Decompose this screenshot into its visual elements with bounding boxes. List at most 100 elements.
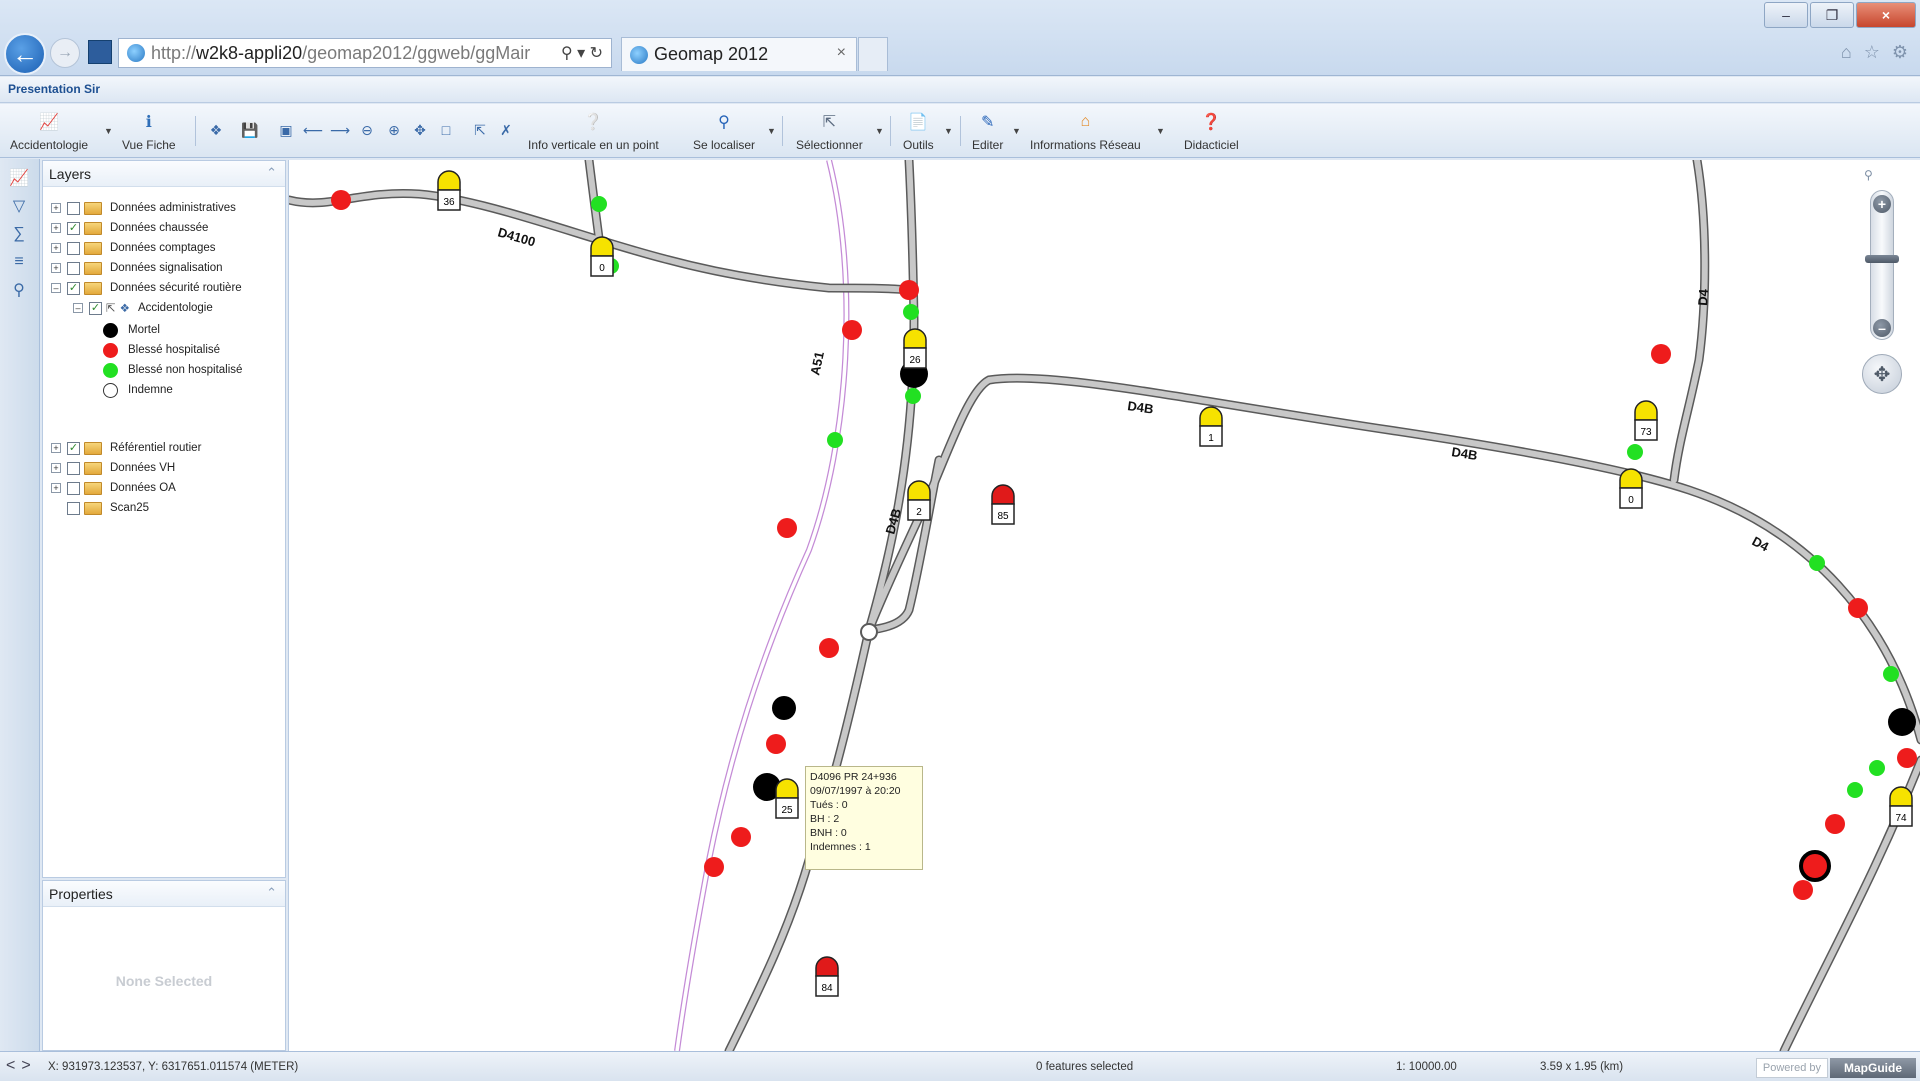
collapse-group-icon[interactable]: – [51, 283, 61, 293]
expand-icon[interactable]: + [51, 203, 61, 213]
pr-marker[interactable]: 26 [903, 328, 927, 369]
new-tab-button[interactable] [858, 37, 888, 71]
accident-blesse-hospitalise[interactable] [1793, 880, 1813, 900]
editer-dropdown-icon[interactable]: ▼ [1012, 126, 1021, 136]
informations-reseau-button[interactable]: ⌂ Informations Réseau [1030, 106, 1141, 156]
layer-row[interactable]: + Données administratives [51, 199, 236, 217]
accident-blesse-hospitalise[interactable] [842, 320, 862, 340]
pr-marker[interactable]: 0 [1619, 468, 1643, 509]
back-button[interactable]: ← [4, 33, 46, 75]
layer-row-accidentologie[interactable]: – ✓ ⇱ ❖ Accidentologie [73, 299, 213, 317]
pr-marker[interactable]: 2 [907, 480, 931, 521]
didacticiel-button[interactable]: ❓ Didacticiel [1184, 106, 1239, 156]
accident-blesse-non-hospitalise[interactable] [903, 304, 919, 320]
close-window-button[interactable]: × [1856, 2, 1916, 28]
accident-blesse-hospitalise[interactable] [777, 518, 797, 538]
pr-marker[interactable]: 85 [991, 484, 1015, 525]
address-bar[interactable]: http://w2k8-appli20/geomap2012/ggweb/ggM… [118, 38, 612, 68]
layers-tool-icon[interactable]: ❖ [206, 120, 226, 140]
layer-checkbox[interactable] [67, 261, 80, 275]
map-view[interactable]: D4100 D4B D4B D4B D4 D4 A51 36 0 26 1 73… [288, 160, 1920, 1051]
accident-blesse-hospitalise[interactable] [1848, 598, 1868, 618]
layer-checkbox[interactable] [67, 501, 80, 515]
forward-button[interactable]: → [50, 38, 80, 68]
save-icon[interactable]: 💾 [240, 120, 260, 140]
pr-marker[interactable]: 84 [815, 956, 839, 997]
accident-blesse-non-hospitalise[interactable] [1847, 782, 1863, 798]
layer-checkbox[interactable] [67, 461, 80, 475]
accident-blesse-non-hospitalise[interactable] [591, 196, 607, 212]
measure-tool-icon[interactable]: ∑ [8, 223, 30, 245]
accident-blesse-hospitalise[interactable] [1825, 814, 1845, 834]
pan-control[interactable]: ✥ [1862, 354, 1902, 394]
outils-button[interactable]: 📄 Outils [903, 106, 934, 156]
pr-marker[interactable]: 1 [1199, 406, 1223, 447]
zoom-extent-icon[interactable]: ▣ [276, 120, 296, 140]
accident-blesse-hospitalise[interactable] [819, 638, 839, 658]
outils-dropdown-icon[interactable]: ▼ [944, 126, 953, 136]
list-tool-icon[interactable]: ≡ [8, 251, 30, 273]
accident-blesse-hospitalise[interactable] [1897, 748, 1917, 768]
zoom-next-icon[interactable]: ⟶ [330, 120, 350, 140]
vue-fiche-button[interactable]: ℹ Vue Fiche [122, 106, 176, 156]
map-canvas[interactable]: D4100 D4B D4B D4B D4 D4 A51 36 0 26 1 73… [289, 160, 1920, 1051]
close-tab-icon[interactable]: × [837, 44, 846, 62]
accident-blesse-hospitalise[interactable] [704, 857, 724, 877]
pr-marker[interactable]: 73 [1634, 400, 1658, 441]
zoom-slider-thumb[interactable] [1865, 255, 1899, 263]
layer-checkbox[interactable]: ✓ [67, 281, 80, 295]
layer-row[interactable]: Scan25 [67, 499, 149, 517]
zoom-in-icon[interactable]: ⊕ [384, 120, 404, 140]
selectionner-button[interactable]: ⇱ Sélectionner [796, 106, 863, 156]
zoom-out-icon[interactable]: ⊖ [357, 120, 377, 140]
accidentologie-button[interactable]: 📈 Accidentologie [10, 106, 88, 156]
accidentologie-dropdown-icon[interactable]: ▼ [104, 126, 113, 136]
layer-row[interactable]: + Données comptages [51, 239, 215, 257]
accident-blesse-hospitalise[interactable] [766, 734, 786, 754]
expand-icon[interactable]: + [51, 263, 61, 273]
zoom-out-button[interactable]: – [1873, 319, 1891, 337]
layer-checkbox[interactable] [67, 481, 80, 495]
expand-icon[interactable]: + [51, 483, 61, 493]
select-pointer-icon[interactable]: ⇱ [470, 120, 490, 140]
expand-icon[interactable]: + [51, 443, 61, 453]
info-verticale-button[interactable]: ❔ Info verticale en un point [528, 106, 659, 156]
layer-checkbox[interactable] [67, 201, 80, 215]
minimize-button[interactable]: – [1764, 2, 1808, 28]
accident-blesse-non-hospitalise[interactable] [827, 432, 843, 448]
collapse-icon[interactable]: ⌃ [266, 885, 277, 901]
se-localiser-dropdown-icon[interactable]: ▼ [767, 126, 776, 136]
layer-checkbox[interactable]: ✓ [67, 441, 80, 455]
collapse-group-icon[interactable]: – [73, 303, 83, 313]
accident-blesse-non-hospitalise[interactable] [1869, 760, 1885, 776]
pr-marker[interactable]: 0 [590, 236, 614, 277]
informations-reseau-dropdown-icon[interactable]: ▼ [1156, 126, 1165, 136]
layer-row[interactable]: + Données VH [51, 459, 175, 477]
layer-checkbox[interactable]: ✓ [67, 221, 80, 235]
search-refresh-icon[interactable]: ⚲ ▾ ↻ [561, 43, 603, 63]
clear-selection-icon[interactable]: ✗ [496, 120, 516, 140]
star-icon[interactable]: ☆ [1864, 42, 1880, 63]
accident-mortel[interactable] [1799, 850, 1831, 882]
gear-icon[interactable]: ⚙ [1892, 42, 1908, 63]
expand-icon[interactable]: + [51, 243, 61, 253]
se-localiser-button[interactable]: ⚲ Se localiser [693, 106, 755, 156]
maximize-button[interactable]: ❐ [1810, 2, 1854, 28]
accident-mortel[interactable] [1888, 708, 1916, 736]
status-nav-arrows-icon[interactable]: <> [6, 1057, 37, 1075]
pr-marker[interactable]: 36 [437, 170, 461, 211]
tab-geomap[interactable]: Geomap 2012 × [621, 37, 857, 71]
layer-row[interactable]: – ✓ Données sécurité routière [51, 279, 242, 297]
accident-mortel[interactable] [772, 696, 796, 720]
expand-icon[interactable]: + [51, 223, 61, 233]
editer-button[interactable]: ✎ Editer [972, 106, 1003, 156]
accident-blesse-hospitalise[interactable] [731, 827, 751, 847]
expand-icon[interactable]: + [51, 463, 61, 473]
binoculars-tool-icon[interactable]: ⚲ [8, 279, 30, 301]
layer-row[interactable]: + ✓ Données chaussée [51, 219, 208, 237]
accident-blesse-non-hospitalise[interactable] [1883, 666, 1899, 682]
pan-icon[interactable]: ✥ [410, 120, 430, 140]
accident-blesse-non-hospitalise[interactable] [905, 388, 921, 404]
zoom-in-button[interactable]: + [1873, 195, 1891, 213]
layer-checkbox[interactable]: ✓ [89, 301, 102, 315]
